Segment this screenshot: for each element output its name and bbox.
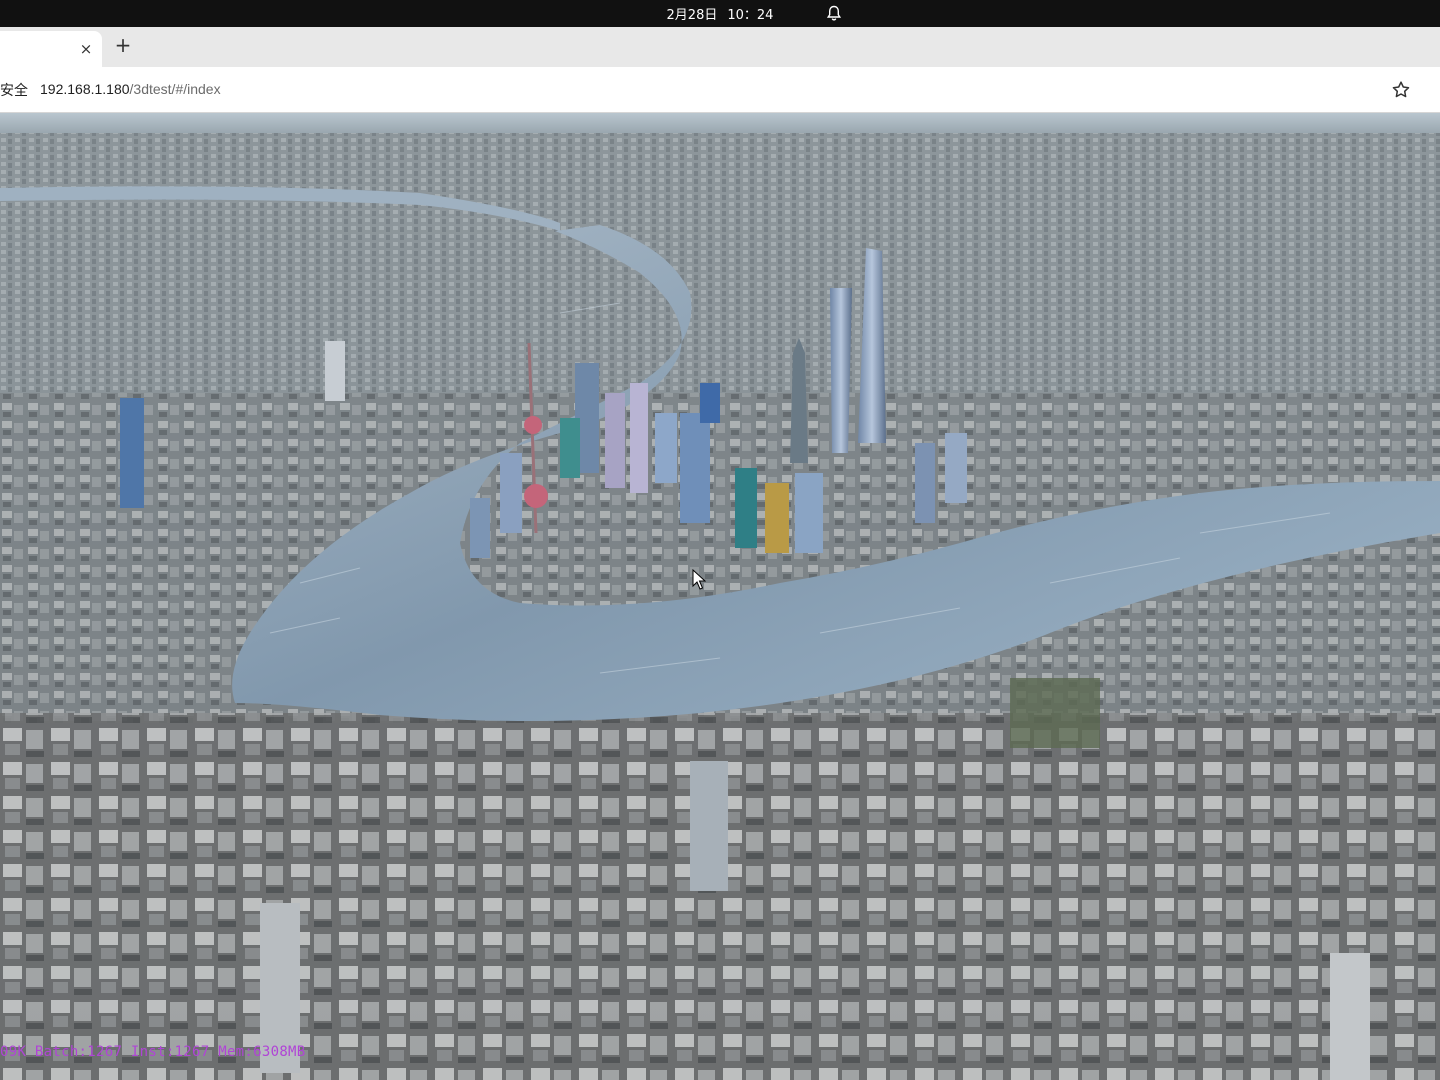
bell-icon[interactable]	[826, 5, 842, 22]
os-date: 2月28日	[666, 8, 718, 23]
os-clock[interactable]: 2月28日 10：24	[667, 4, 774, 23]
url-host: 192.168.1.180	[40, 81, 130, 97]
3d-city-viewport[interactable]	[0, 113, 1440, 1080]
mouse-cursor-icon	[692, 569, 706, 590]
star-icon[interactable]	[1391, 80, 1411, 100]
url-field[interactable]: 192.168.1.180/3dtest/#/index	[40, 81, 221, 97]
close-tab-icon[interactable]: ×	[76, 39, 96, 59]
os-top-bar: 2月28日 10：24	[0, 0, 1440, 27]
render-stats-overlay: 09K Batch:1267 Inst:1267 Mem:6308MB	[0, 1044, 306, 1060]
city-render	[0, 113, 1440, 1080]
os-time: 10：24	[727, 8, 774, 23]
url-path: /3dtest/#/index	[129, 81, 221, 97]
browser-tab-strip: × +	[0, 27, 1440, 67]
security-indicator[interactable]: 安全	[0, 80, 28, 100]
new-tab-button[interactable]: +	[112, 35, 134, 57]
browser-tab[interactable]: ×	[0, 31, 102, 67]
address-bar: 安全 192.168.1.180/3dtest/#/index	[0, 67, 1440, 113]
